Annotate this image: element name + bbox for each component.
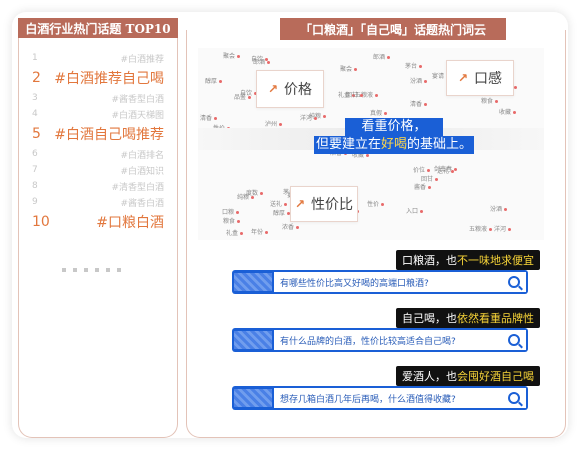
blurred-avatar bbox=[234, 331, 272, 349]
topic-item[interactable]: 5 #白酒自己喝推荐 bbox=[18, 122, 178, 146]
topic-item[interactable]: 10 #口粮白酒 bbox=[18, 210, 178, 234]
arrow-up-icon: ↗ bbox=[294, 197, 306, 211]
search-icon[interactable] bbox=[508, 334, 520, 346]
topic-item[interactable]: 2 #白酒推荐自己喝 bbox=[18, 66, 178, 90]
cloud-word: 泸州 bbox=[265, 119, 282, 128]
insight-tag: 自己喝，也 依然看重品牌性 bbox=[396, 308, 540, 332]
search-query: 有什么品牌的白酒，性价比较高适合自己喝? bbox=[280, 336, 456, 347]
topic-item[interactable]: 6 #白酒排名 bbox=[18, 146, 178, 162]
right-panel-title: 「口粮酒」「自己喝」话题热门词云 bbox=[280, 18, 506, 40]
topic-item[interactable]: 8 #清香型白酒 bbox=[18, 178, 178, 194]
more-dots bbox=[62, 268, 121, 272]
cloud-word: 粮食 bbox=[481, 96, 498, 105]
topic-list: 1 #白酒推荐 2 #白酒推荐自己喝 3 #酱香型白酒 4 #白酒天梯图 5 #白酒自己喝… bbox=[18, 50, 178, 234]
insight-tag: 爱酒人，也 会囤好酒自己喝 bbox=[396, 366, 540, 390]
cloud-word: 郎酒 bbox=[373, 52, 390, 61]
keyword-box: ↗ 价格 bbox=[256, 70, 324, 108]
cloud-word: 粮食 bbox=[223, 216, 240, 225]
cloud-word: 剑南春 bbox=[434, 164, 457, 173]
cloud-word: 汾酒 bbox=[490, 204, 507, 213]
blurred-avatar bbox=[234, 389, 272, 407]
topic-item[interactable]: 9 #酱香白酒 bbox=[18, 194, 178, 210]
cloud-word: 聚会 bbox=[223, 51, 240, 60]
cloud-word: 送礼 bbox=[270, 199, 287, 208]
arrow-up-icon: ↗ bbox=[457, 71, 469, 85]
cloud-word: 礼盒 bbox=[226, 228, 243, 237]
cloud-word: 自饮 bbox=[240, 88, 257, 97]
cloud-word: 洋河 bbox=[494, 224, 511, 233]
highlight-banner: 看重价格， 但要建立在好喝的基础上。 bbox=[314, 118, 474, 154]
topic-item[interactable]: 7 #白酒知识 bbox=[18, 162, 178, 178]
topic-item[interactable]: 1 #白酒推荐 bbox=[18, 50, 178, 66]
cloud-word: 醇厚 bbox=[205, 76, 222, 85]
keyword-box: ↗ 口感 bbox=[446, 60, 514, 96]
cloud-word: 五粮液 bbox=[469, 224, 492, 233]
cloud-word: 醇厚 bbox=[273, 208, 290, 217]
cloud-word: 回甘 bbox=[421, 174, 438, 183]
cloud-word: 汾酒 bbox=[410, 76, 427, 85]
cloud-word: 回甘 bbox=[346, 90, 363, 99]
cloud-word: 茅台 bbox=[405, 61, 422, 70]
cloud-word: 性价 bbox=[367, 199, 384, 208]
cloud-word: 口粮 bbox=[222, 207, 239, 216]
search-bar[interactable]: 有哪些性价比高又好喝的高端口粮酒? bbox=[232, 270, 528, 294]
search-icon[interactable] bbox=[508, 392, 520, 404]
cloud-word: 价位 bbox=[413, 165, 430, 174]
arrow-up-icon: ↗ bbox=[267, 82, 279, 96]
cloud-word: 清香 bbox=[410, 99, 427, 108]
cloud-word: 收藏 bbox=[499, 107, 516, 116]
keyword-box: ↗ 性价比 bbox=[290, 186, 358, 222]
search-bar[interactable]: 有什么品牌的白酒，性价比较高适合自己喝? bbox=[232, 328, 528, 352]
search-icon[interactable] bbox=[508, 276, 520, 288]
search-bar[interactable]: 想存几箱白酒几年后再喝，什么酒值得收藏? bbox=[232, 386, 528, 410]
search-query: 有哪些性价比高又好喝的高端口粮酒? bbox=[280, 278, 429, 289]
cloud-word: 年份 bbox=[251, 227, 268, 236]
blurred-avatar bbox=[234, 273, 272, 291]
left-panel-title: 白酒行业热门话题 TOP10 bbox=[18, 18, 178, 38]
topic-item[interactable]: 4 #白酒天梯图 bbox=[18, 106, 178, 122]
insight-tag: 口粮酒，也 不一味地求便宜 bbox=[396, 250, 540, 274]
cloud-word: 自饮 bbox=[251, 54, 268, 63]
cloud-word: 浓香 bbox=[282, 222, 299, 231]
cloud-word: 入口 bbox=[406, 206, 423, 215]
topic-item[interactable]: 3 #酱香型白酒 bbox=[18, 90, 178, 106]
search-query: 想存几箱白酒几年后再喝，什么酒值得收藏? bbox=[280, 394, 456, 405]
cloud-word: 聚会 bbox=[340, 64, 357, 73]
cloud-word: 酱香 bbox=[414, 182, 431, 191]
cloud-word: 清香 bbox=[200, 113, 217, 122]
cloud-word: 真假 bbox=[370, 108, 387, 117]
cloud-word: 纯粮 bbox=[237, 192, 254, 201]
